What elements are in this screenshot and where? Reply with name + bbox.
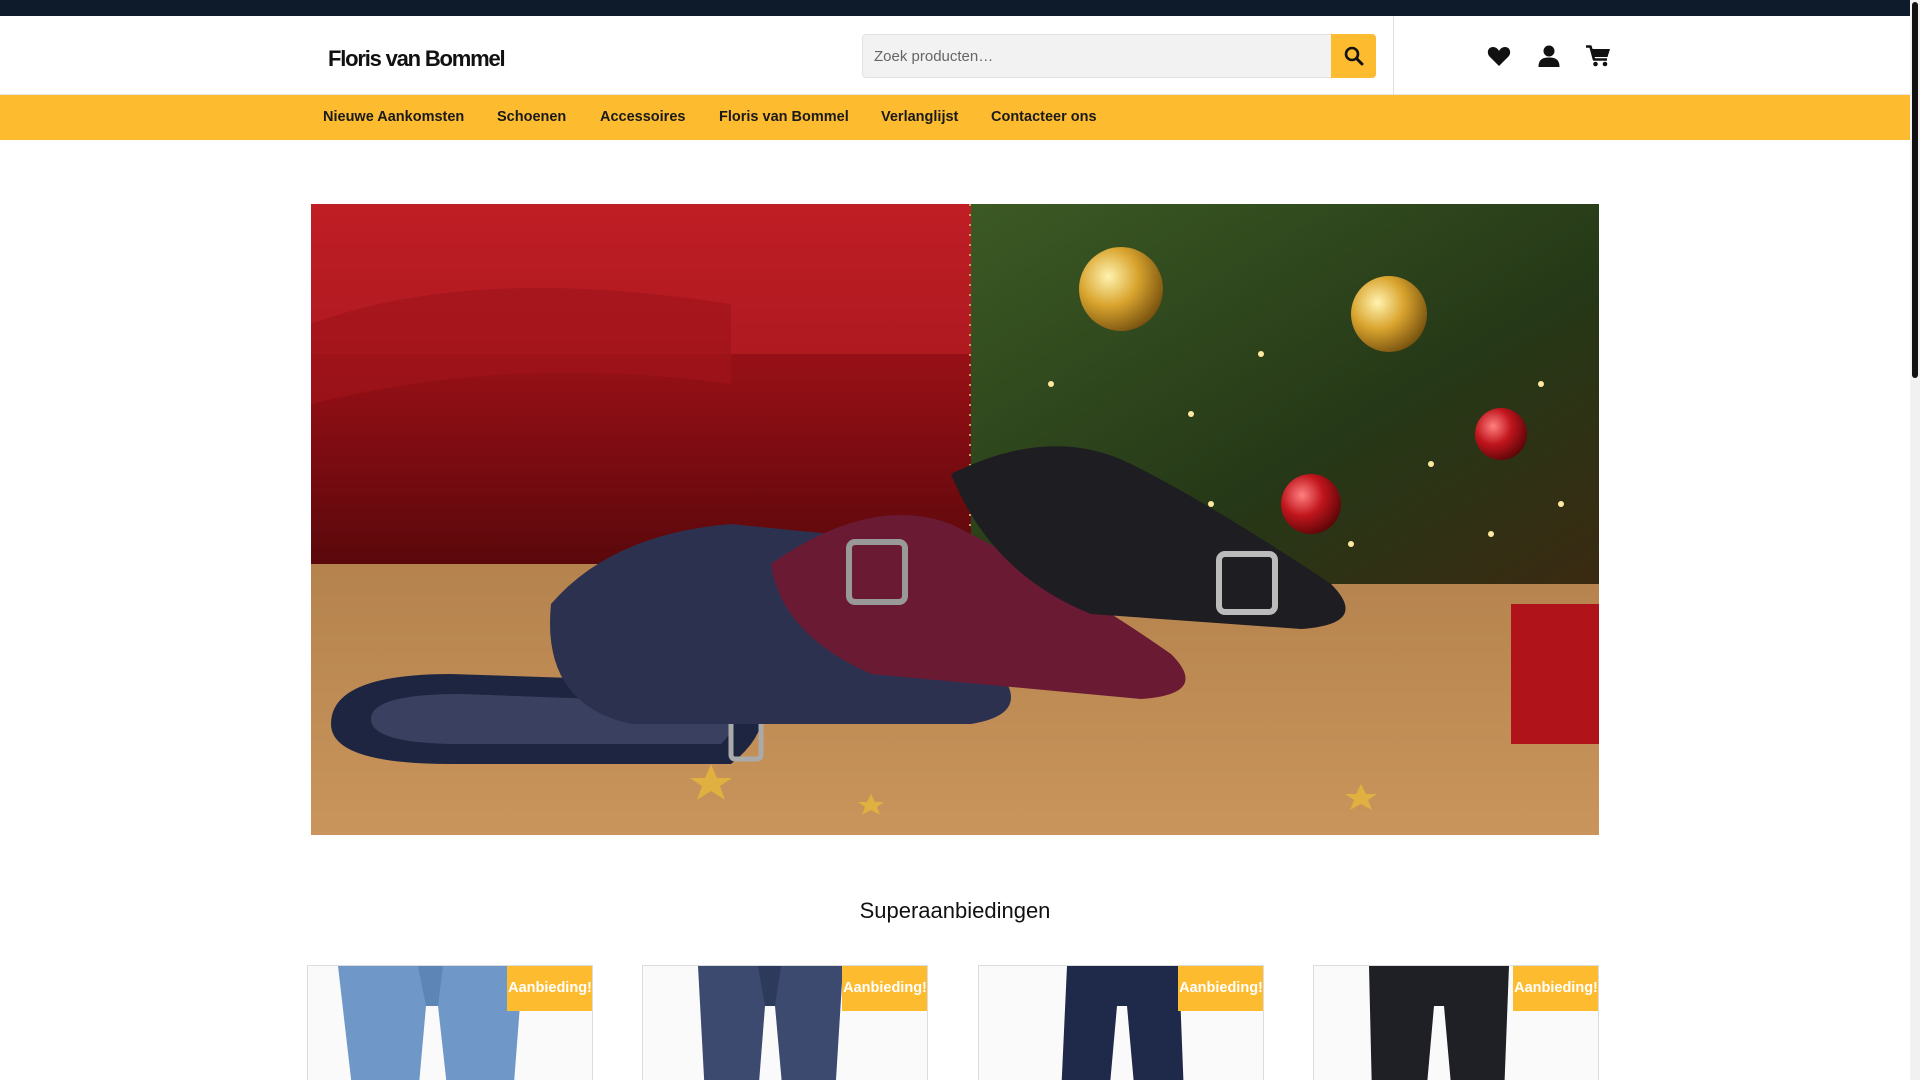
nav-item-contact[interactable]: Contacteer ons	[991, 95, 1097, 140]
product-card[interactable]: Aanbieding!	[1313, 965, 1599, 1080]
page-scrollbar[interactable]	[1910, 0, 1920, 1080]
search-button[interactable]	[1331, 34, 1376, 78]
user-icon	[1538, 45, 1560, 67]
main-navigation: Nieuwe Aankomsten Schoenen Accessoires F…	[0, 95, 1910, 140]
site-header: Floris van Bommel	[0, 16, 1910, 95]
cart-icon	[1585, 45, 1610, 67]
search-icon	[1344, 46, 1363, 66]
nav-item-wishlist[interactable]: Verlanglijst	[881, 95, 958, 140]
sale-badge: Aanbieding!	[1513, 966, 1598, 1011]
nav-item-accessories[interactable]: Accessoires	[600, 95, 685, 140]
heart-icon	[1487, 47, 1511, 66]
wishlist-button[interactable]	[1486, 44, 1512, 68]
nav-item-floris-van-bommel[interactable]: Floris van Bommel	[719, 95, 849, 140]
search-input[interactable]	[863, 35, 1331, 77]
site-logo[interactable]: Floris van Bommel	[328, 46, 506, 72]
nav-item-new-arrivals[interactable]: Nieuwe Aankomsten	[323, 95, 464, 140]
product-card[interactable]: Aanbieding!	[307, 965, 593, 1080]
sale-badge: Aanbieding!	[1178, 966, 1263, 1011]
top-bar	[0, 0, 1910, 16]
section-title-superaanbiedingen: Superaanbiedingen	[859, 898, 1051, 923]
product-card[interactable]: Aanbieding!	[978, 965, 1264, 1080]
header-divider	[1393, 16, 1394, 95]
sale-badge: Aanbieding!	[842, 966, 927, 1011]
nav-item-shoes[interactable]: Schoenen	[497, 95, 566, 140]
hero-banner[interactable]	[311, 204, 1599, 835]
search-box	[862, 34, 1376, 78]
product-card[interactable]: Aanbieding!	[642, 965, 928, 1080]
sale-badge: Aanbieding!	[507, 966, 592, 1011]
account-button[interactable]	[1536, 44, 1562, 68]
cart-button[interactable]	[1585, 44, 1611, 68]
hero-christmas-shoes-image	[311, 204, 1599, 835]
scrollbar-thumb[interactable]	[1912, 2, 1918, 378]
